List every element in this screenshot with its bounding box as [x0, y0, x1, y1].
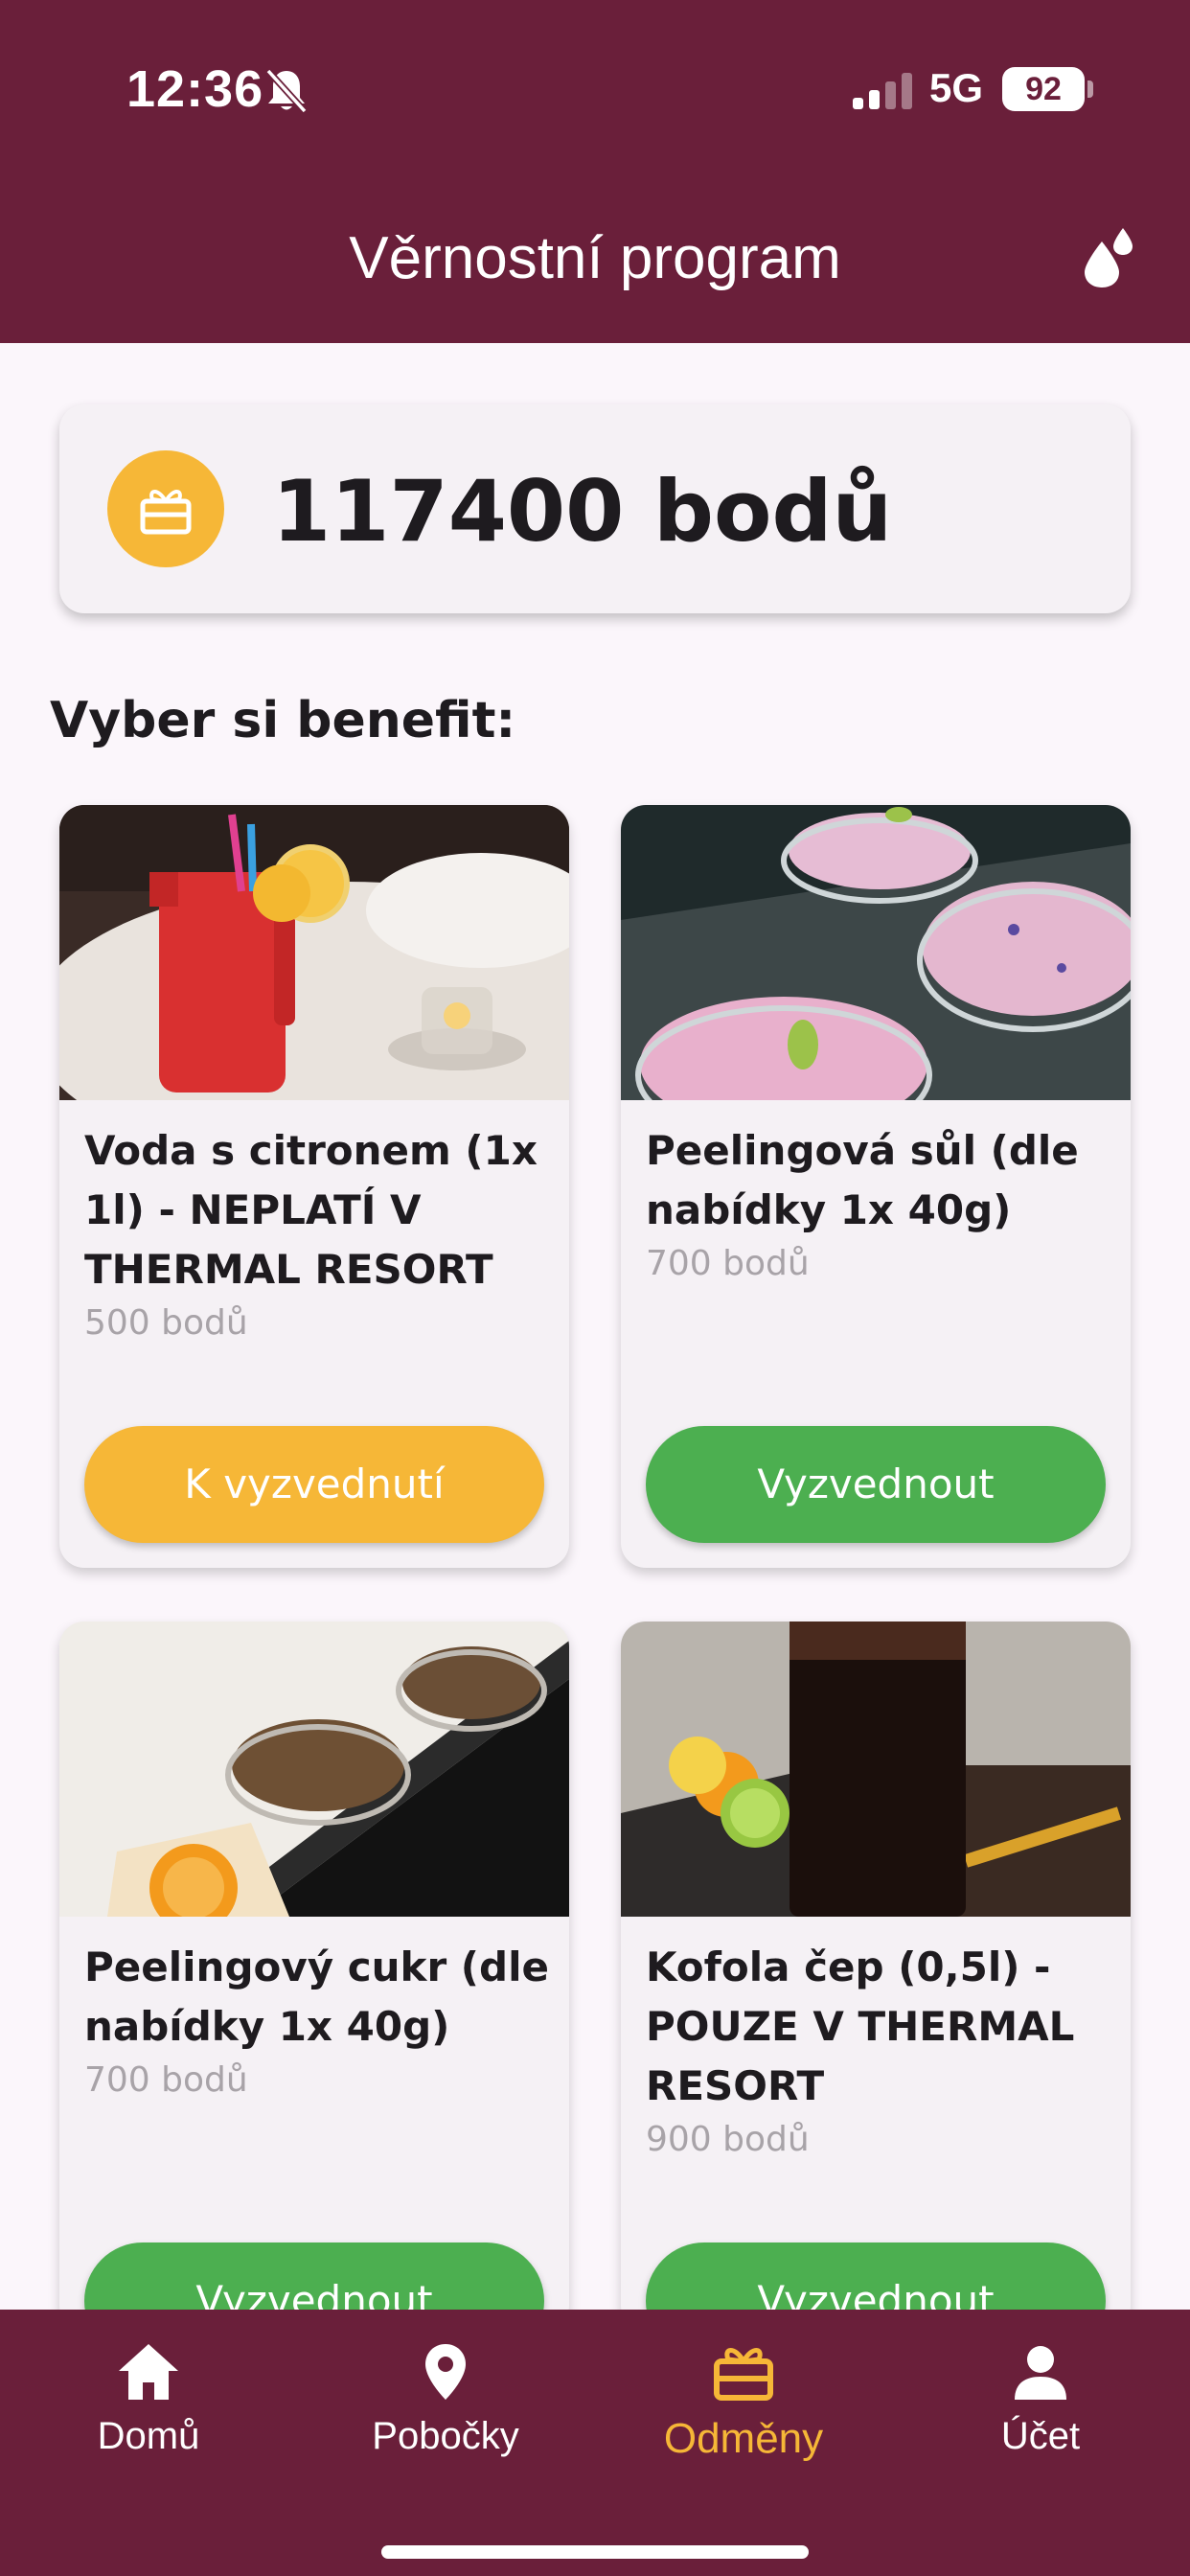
home-icon [119, 2344, 178, 2400]
points-card: 117400 bodů [59, 404, 1131, 613]
home-indicator[interactable] [381, 2545, 809, 2559]
nav-item-home[interactable]: Domů [5, 2342, 292, 2458]
battery-indicator: 92 [1002, 67, 1085, 111]
benefit-points: 700 bodů [646, 1244, 810, 1283]
section-title: Vyber si benefit: [50, 692, 516, 749]
bell-off-icon [265, 68, 308, 114]
benefit-photo-lemon-water [59, 805, 569, 1100]
top-app-bar: 12:36 5G 92 Věrnostní program [0, 0, 1190, 343]
benefit-photo-peeling-salt [621, 805, 1131, 1100]
network-type: 5G [929, 65, 984, 110]
benefit-title: Peelingová sůl (dle nabídky 1x 40g) [646, 1127, 1079, 1233]
nav-item-branches[interactable]: Pobočky [302, 2342, 589, 2458]
drops-icon[interactable] [1079, 228, 1136, 289]
bottom-navigation: Domů Pobočky Odměny Účet [0, 2310, 1190, 2576]
nav-item-rewards[interactable]: Odměny [600, 2342, 887, 2463]
nav-item-account[interactable]: Účet [897, 2342, 1184, 2458]
benefit-title: Voda s citronem (1x 1l) - NEPLATÍ V THER… [84, 1127, 538, 1293]
points-balance: 117400 bodů [272, 462, 893, 561]
signal-icon [853, 73, 912, 109]
benefit-card[interactable]: Voda s citronem (1x 1l) - NEPLATÍ V THER… [59, 805, 569, 1568]
status-time: 12:36 [126, 60, 264, 118]
person-icon [1015, 2346, 1066, 2400]
redeem-button[interactable]: Vyzvednout [646, 1426, 1106, 1543]
page-title: Věrnostní program [349, 225, 841, 291]
benefit-card[interactable]: Kofola čep (0,5l) - POUZE V THERMAL RESO… [621, 1622, 1131, 2331]
nav-label: Domů [97, 2415, 200, 2457]
points-badge [107, 450, 224, 567]
benefit-photo-kofola [621, 1622, 1131, 1917]
nav-label: Účet [1000, 2415, 1081, 2457]
benefit-points: 900 bodů [646, 2120, 810, 2159]
nav-label: Pobočky [372, 2415, 519, 2457]
benefit-title: Peelingový cukr (dle nabídky 1x 40g) [84, 1944, 549, 2050]
gift-icon [140, 490, 192, 535]
nav-label: Odměny [663, 2415, 824, 2462]
benefit-title: Kofola čep (0,5l) - POUZE V THERMAL RESO… [646, 1944, 1075, 2109]
battery-tip [1087, 80, 1093, 98]
gift-icon [714, 2348, 773, 2401]
benefit-points: 500 bodů [84, 1303, 248, 1343]
pickup-button[interactable]: K vyzvednutí [84, 1426, 544, 1543]
benefit-card[interactable]: Peelingový cukr (dle nabídky 1x 40g) 700… [59, 1622, 569, 2331]
benefit-photo-peeling-sugar [59, 1622, 569, 1917]
screen: 12:36 5G 92 Věrnostní program 117400 bod… [0, 0, 1190, 2576]
benefit-points: 700 bodů [84, 2060, 248, 2100]
benefit-card[interactable]: Peelingová sůl (dle nabídky 1x 40g) 700 … [621, 805, 1131, 1568]
location-pin-icon [425, 2344, 466, 2400]
